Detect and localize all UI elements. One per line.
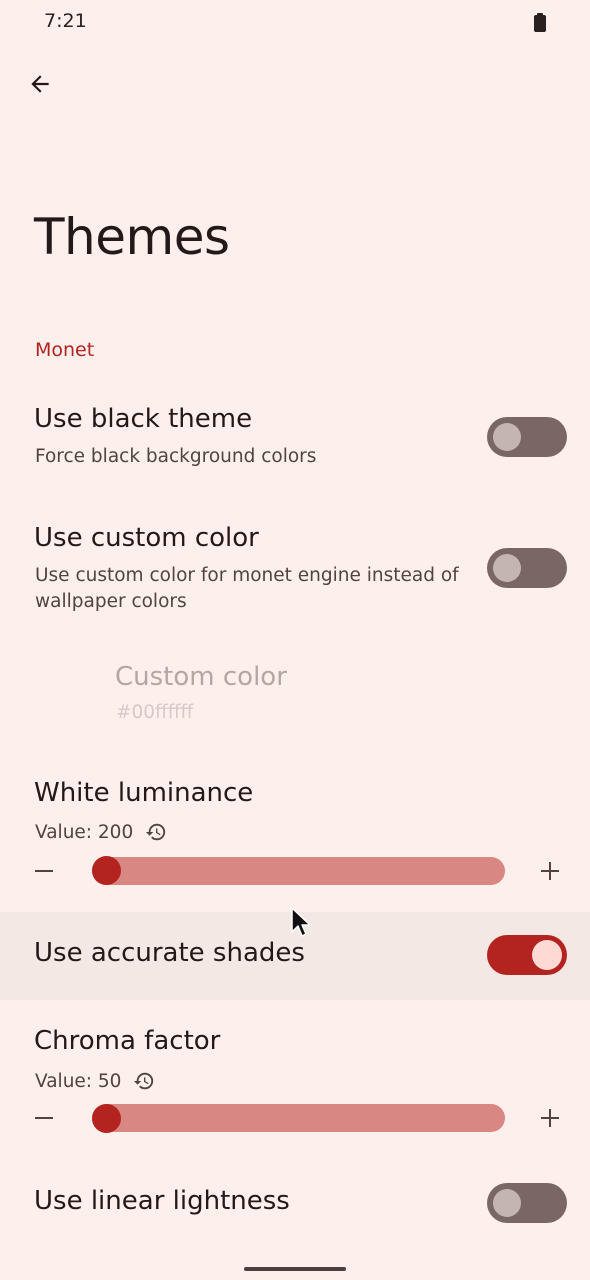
reset-icon[interactable] [133,1070,155,1092]
value-text: Value: 200 [35,821,134,843]
setting-title: Use black theme [34,404,253,434]
chroma-factor-slider[interactable] [92,1104,505,1132]
custom-color-switch[interactable] [487,548,567,588]
decrease-icon[interactable] [32,859,56,883]
decrease-icon[interactable] [32,1106,56,1130]
switch-thumb [532,940,562,970]
linear-lightness-switch[interactable] [487,1183,567,1223]
value-text: Value: 50 [35,1070,122,1092]
setting-title: Use custom color [34,523,259,553]
increase-icon[interactable] [538,1106,562,1130]
white-luminance-slider[interactable] [92,857,505,885]
setting-title: Chroma factor [34,1026,221,1056]
status-time: 7:21 [44,10,87,32]
mouse-pointer-icon [291,907,311,937]
themes-screen: 7:21 Themes Monet Use black theme Force … [0,0,590,1280]
switch-thumb [493,554,521,582]
value-line: Value: 50 [35,1070,155,1092]
switch-thumb [493,1189,521,1217]
value-line: Value: 200 [35,821,167,843]
setting-title: Use linear lightness [34,1186,290,1216]
slider-thumb[interactable] [92,856,121,885]
arrow-back-icon [31,75,49,93]
setting-summary-line2: wallpaper colors [35,591,187,612]
increase-icon[interactable] [538,859,562,883]
reset-icon[interactable] [145,821,167,843]
setting-title: Custom color [115,662,287,692]
gesture-nav-handle[interactable] [244,1267,346,1271]
back-button[interactable] [20,64,60,104]
switch-thumb [493,423,521,451]
page-title: Themes [34,208,230,266]
black-theme-switch[interactable] [487,417,567,457]
section-header-monet: Monet [35,339,95,361]
setting-title: Use accurate shades [34,938,305,968]
setting-summary: #00ffffff [116,702,194,723]
setting-summary-line1: Use custom color for monet engine instea… [35,565,459,586]
setting-summary: Force black background colors [35,446,317,467]
battery-icon [534,13,546,32]
accurate-shades-switch[interactable] [487,935,567,975]
setting-title: White luminance [34,778,254,808]
slider-thumb[interactable] [92,1104,121,1133]
